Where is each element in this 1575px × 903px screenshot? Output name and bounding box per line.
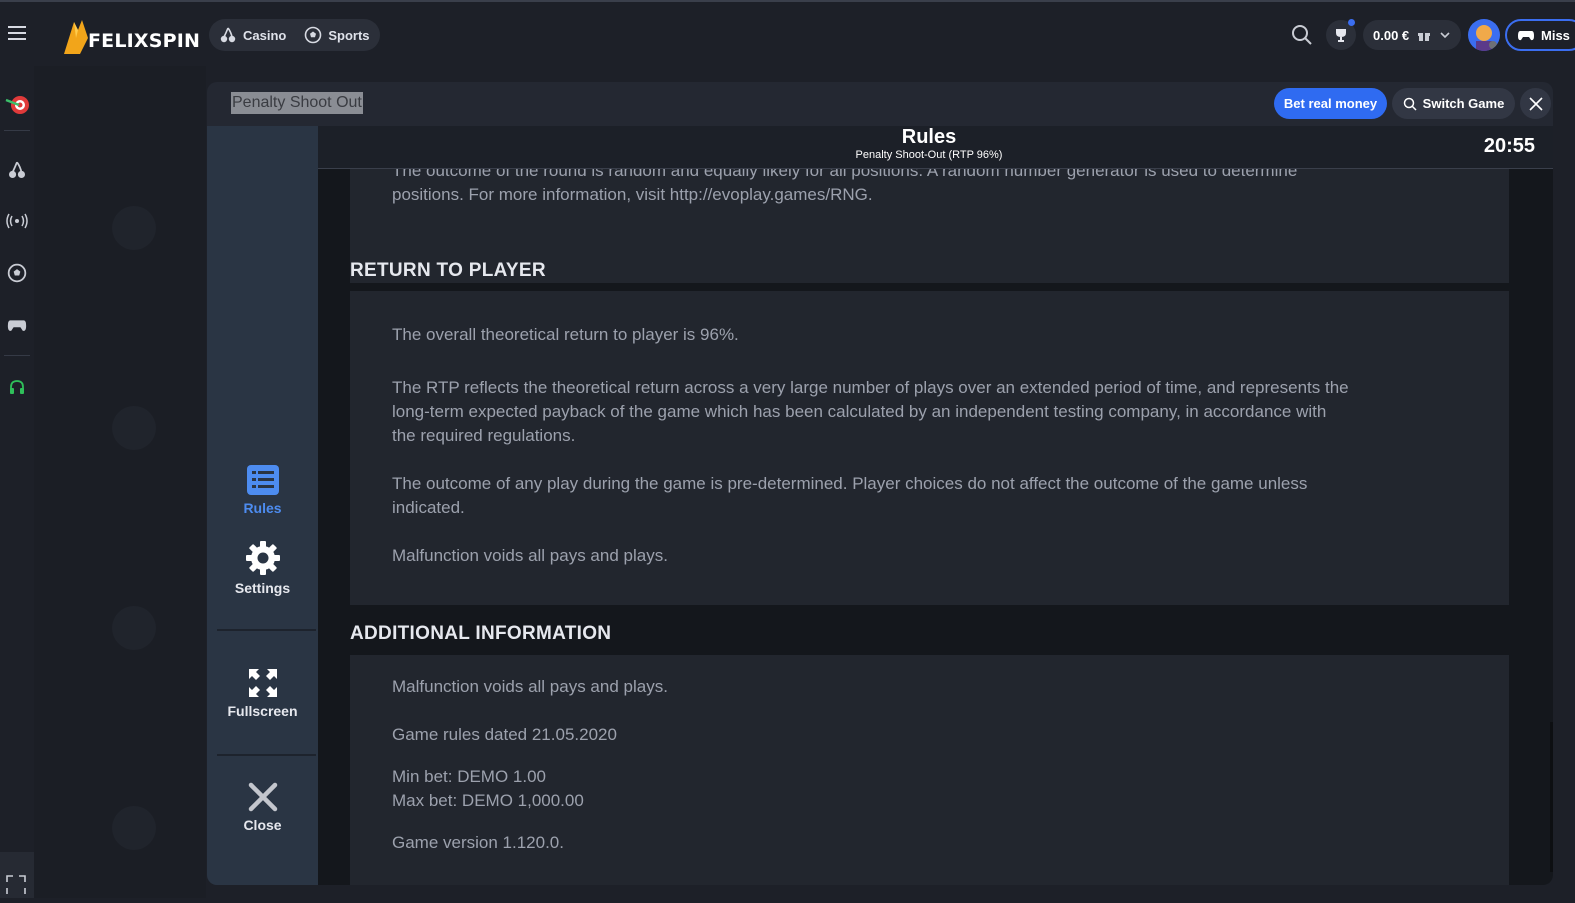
settings-menu-item[interactable]: Settings bbox=[207, 540, 318, 596]
menu-divider bbox=[217, 754, 316, 756]
missions-label: Miss bbox=[1541, 27, 1570, 43]
additional-paragraph-1: Malfunction voids all pays and plays. bbox=[392, 677, 668, 696]
pattern-ball bbox=[112, 406, 156, 450]
rules-subtitle: Penalty Shoot-Out (RTP 96%) bbox=[855, 149, 1003, 161]
gift-icon bbox=[1418, 33, 1431, 41]
rtp-section-title: RETURN TO PLAYER bbox=[350, 260, 546, 281]
pattern-ball bbox=[112, 606, 156, 650]
game-rules-date: Game rules dated 21.05.2020 bbox=[392, 725, 617, 744]
rules-panel: Rules Penalty Shoot-Out (RTP 96%) 20:55 … bbox=[318, 126, 1553, 885]
rtp-paragraph-2c: the required regulations. bbox=[392, 426, 576, 445]
settings-menu-label: Settings bbox=[234, 580, 291, 596]
switch-game-button[interactable]: Switch Game bbox=[1392, 88, 1515, 119]
top-header: FELIXSPIN Casino Sports 0.00 € Miss bbox=[0, 0, 1575, 66]
target-dart-icon[interactable] bbox=[4, 92, 30, 118]
rtp-paragraph-3a: The outcome of any play during the game … bbox=[392, 474, 1308, 493]
fox-logo-icon bbox=[64, 20, 88, 54]
rtp-paragraph-1: The overall theoretical return to player… bbox=[392, 325, 739, 344]
close-menu-label: Close bbox=[243, 817, 282, 833]
rtp-section-box: The overall theoretical return to player… bbox=[350, 291, 1509, 605]
search-icon[interactable] bbox=[1289, 22, 1315, 48]
fullscreen-menu-label: Fullscreen bbox=[227, 703, 298, 719]
close-menu-item[interactable]: Close bbox=[207, 781, 318, 833]
additional-section-title: ADDITIONAL INFORMATION bbox=[350, 623, 612, 644]
close-icon bbox=[1528, 96, 1543, 111]
pattern-ball bbox=[112, 806, 156, 850]
game-side-menu: Rules Settings Fullscreen Close bbox=[207, 126, 318, 885]
switch-game-label: Switch Game bbox=[1422, 96, 1505, 111]
sports-label: Sports bbox=[328, 27, 370, 43]
pattern-ball bbox=[112, 206, 156, 250]
felixspin-logo[interactable]: FELIXSPIN bbox=[62, 16, 200, 56]
fullscreen-menu-item[interactable]: Fullscreen bbox=[207, 667, 318, 719]
headset-support-icon[interactable] bbox=[4, 375, 30, 401]
rtp-paragraph-4: Malfunction voids all pays and plays. bbox=[392, 546, 668, 565]
menu-icon[interactable] bbox=[6, 22, 28, 44]
gamepad-icon[interactable] bbox=[4, 312, 30, 338]
rng-paragraph-cut: The outcome of the round is random and e… bbox=[392, 169, 1298, 180]
rtp-paragraph-2a: The RTP reflects the theoretical return … bbox=[392, 378, 1349, 397]
brand-name: FELIXSPIN bbox=[88, 30, 201, 52]
soccer-ball-icon bbox=[305, 26, 322, 44]
rules-menu-label: Rules bbox=[243, 500, 282, 516]
rules-title: Rules bbox=[901, 126, 957, 148]
close-icon bbox=[248, 782, 277, 812]
rules-header: Rules Penalty Shoot-Out (RTP 96%) 20:55 bbox=[318, 126, 1553, 169]
user-avatar-icon bbox=[1476, 25, 1497, 51]
casino-label: Casino bbox=[243, 27, 287, 43]
close-game-button[interactable] bbox=[1520, 88, 1551, 119]
background-pattern bbox=[34, 66, 206, 898]
product-switch: Casino Sports bbox=[209, 19, 380, 51]
trophy-icon bbox=[1336, 29, 1346, 42]
avatar[interactable] bbox=[1468, 19, 1500, 51]
scrollbar[interactable] bbox=[1550, 722, 1553, 872]
game-title: Penalty Shoot Out bbox=[231, 92, 363, 114]
bet-real-money-button[interactable]: Bet real money bbox=[1274, 88, 1387, 119]
left-sidebar bbox=[0, 66, 34, 898]
balance-amount: 0.00 € bbox=[1373, 27, 1410, 43]
min-bet: Min bet: DEMO 1.00 bbox=[392, 767, 547, 786]
clock: 20:55 bbox=[1483, 135, 1535, 157]
menu-divider bbox=[217, 629, 316, 631]
live-broadcast-icon[interactable] bbox=[4, 208, 30, 234]
balance-button[interactable]: 0.00 € bbox=[1363, 20, 1461, 50]
sports-link[interactable]: Sports bbox=[304, 26, 370, 44]
notification-dot bbox=[1348, 19, 1355, 26]
rules-menu-item[interactable]: Rules bbox=[207, 464, 318, 516]
gamepad-icon bbox=[1518, 31, 1534, 41]
rng-paragraph: positions. For more information, visit h… bbox=[392, 185, 873, 204]
missions-button[interactable]: Miss bbox=[1505, 19, 1575, 51]
rules-list-icon bbox=[246, 465, 279, 495]
search-icon bbox=[1403, 97, 1417, 111]
casino-link[interactable]: Casino bbox=[219, 26, 286, 44]
gear-icon bbox=[245, 541, 280, 575]
rtp-paragraph-3b: indicated. bbox=[392, 498, 465, 517]
rules-scroll-area[interactable]: The outcome of the round is random and e… bbox=[318, 169, 1553, 885]
additional-section-box: Malfunction voids all pays and plays. Ga… bbox=[350, 655, 1509, 885]
cherries-icon[interactable] bbox=[4, 157, 30, 183]
fullscreen-icon bbox=[248, 669, 277, 697]
soccer-ball-icon[interactable] bbox=[4, 260, 30, 286]
nav-divider bbox=[4, 130, 30, 131]
cherries-icon bbox=[220, 27, 236, 43]
game-frame: Penalty Shoot Out Bet real money Switch … bbox=[207, 82, 1553, 885]
game-version: Game version 1.120.0. bbox=[392, 833, 564, 852]
chevron-down-icon bbox=[1440, 32, 1450, 39]
max-bet: Max bet: DEMO 1,000.00 bbox=[392, 791, 584, 810]
nav-divider bbox=[4, 355, 30, 356]
rtp-paragraph-2b: long-term expected payback of the game w… bbox=[392, 402, 1327, 421]
